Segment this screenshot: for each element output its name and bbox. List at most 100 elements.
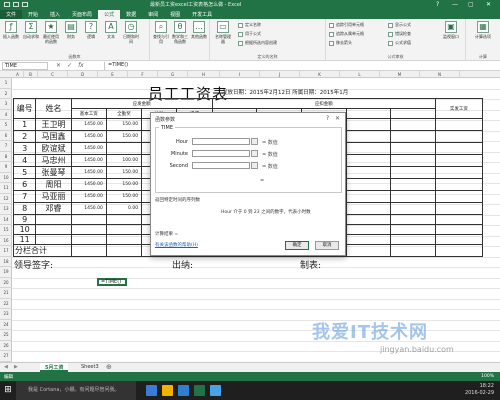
row-header[interactable]: 13 <box>0 204 12 215</box>
tab-review[interactable]: 审阅 <box>142 10 164 19</box>
cell-empty[interactable] <box>345 234 392 245</box>
autosum-button[interactable]: Σ 自动求和 <box>22 21 40 39</box>
cell-base[interactable]: 1450.00 <box>70 142 107 155</box>
trace-dependents-button[interactable]: 追踪从属单元格 <box>329 31 364 37</box>
collapse-icon[interactable] <box>251 150 258 157</box>
cell-empty[interactable] <box>390 118 436 131</box>
row-header[interactable]: 23 <box>0 309 12 320</box>
cell-no[interactable]: 11 <box>12 234 37 245</box>
cell-base[interactable]: 1450.00 <box>70 166 107 179</box>
cell-name[interactable]: 邓睿 <box>35 202 72 215</box>
maximize-button[interactable]: ▢ <box>468 1 474 8</box>
undo-icon[interactable] <box>13 2 19 7</box>
cell-empty[interactable] <box>390 130 436 143</box>
row-header[interactable]: 21 <box>0 288 12 299</box>
sheet-tab-active[interactable]: 5月工资 <box>40 363 69 372</box>
cell-empty[interactable] <box>434 224 484 235</box>
evaluate-formula-button[interactable]: 公式求值 <box>388 40 411 46</box>
cell-no[interactable]: 7 <box>12 190 37 203</box>
cell-name[interactable]: 马忠州 <box>35 154 72 167</box>
column-header[interactable]: A <box>12 71 24 78</box>
cell-empty[interactable] <box>345 166 392 179</box>
row-header[interactable]: 16 <box>0 236 12 246</box>
cell-no[interactable]: 1 <box>12 118 37 131</box>
cell-empty[interactable] <box>390 224 436 235</box>
cell-attend[interactable]: 0.00 <box>105 202 143 215</box>
cell-name[interactable] <box>35 234 72 245</box>
calc-options-button[interactable]: ▦ 计算选项 <box>474 21 492 39</box>
collapse-icon[interactable] <box>251 138 258 145</box>
cell-name[interactable]: 张曼琴 <box>35 166 72 179</box>
cell-attend[interactable]: 150.00 <box>105 130 143 143</box>
cell-no[interactable]: 5 <box>12 166 37 179</box>
cell-attend[interactable] <box>105 142 143 155</box>
cell-name[interactable]: 马国鑫 <box>35 130 72 143</box>
row-header[interactable]: 14 <box>0 215 12 225</box>
cell-empty[interactable] <box>390 178 436 191</box>
row-header[interactable]: 8 <box>0 152 12 162</box>
cell-empty[interactable] <box>390 234 436 245</box>
cell-empty[interactable] <box>345 130 392 143</box>
cell-base[interactable] <box>70 234 107 245</box>
cell-no[interactable]: 3 <box>12 142 37 155</box>
tab-insert[interactable]: 插入 <box>44 10 66 19</box>
row-header[interactable]: 9 <box>0 162 12 173</box>
cell-empty[interactable] <box>345 154 392 167</box>
cell-empty[interactable] <box>70 244 107 257</box>
row-header[interactable]: 3 <box>0 99 12 110</box>
store-icon[interactable] <box>210 385 221 396</box>
tab-home[interactable]: 开始 <box>22 10 44 19</box>
name-box[interactable]: TIME <box>2 62 48 70</box>
minimize-button[interactable]: — <box>452 1 458 8</box>
cell-empty[interactable] <box>390 166 436 179</box>
row-header[interactable]: 6 <box>0 131 12 141</box>
column-header[interactable]: G <box>158 71 188 78</box>
close-button[interactable]: ✕ <box>486 1 491 8</box>
column-header[interactable]: E <box>98 71 128 78</box>
tab-data[interactable]: 数据 <box>120 10 142 19</box>
column-header[interactable]: L <box>340 71 380 78</box>
cell-base[interactable] <box>70 224 107 235</box>
cell-empty[interactable] <box>390 202 436 215</box>
cortana-search[interactable]: 我是 Cortana，小娜。有问题尽管问我。 <box>16 381 136 400</box>
error-checking-button[interactable]: 错误检查 <box>388 31 411 37</box>
tab-file[interactable]: 文件 <box>0 10 23 19</box>
row-header[interactable]: 26 <box>0 341 12 351</box>
cell-empty[interactable] <box>345 190 392 203</box>
cell-empty[interactable] <box>390 190 436 203</box>
cell-empty[interactable] <box>345 142 392 155</box>
cell-base[interactable]: 1450.00 <box>70 190 107 203</box>
row-header[interactable]: 7 <box>0 141 12 152</box>
cell-attend[interactable] <box>105 224 143 235</box>
cell-empty[interactable] <box>345 224 392 235</box>
row-header[interactable]: 18 <box>0 257 12 267</box>
recent-functions-button[interactable]: ★ 最近使用的函数 <box>42 21 60 44</box>
formula-input[interactable]: =TIME() <box>104 62 496 70</box>
cell-base[interactable]: 1450.00 <box>70 154 107 167</box>
row-header[interactable]: 12 <box>0 194 12 204</box>
row-header[interactable]: 25 <box>0 330 12 341</box>
cell-empty[interactable] <box>345 214 392 225</box>
insert-function-button[interactable]: ƒ 插入函数 <box>2 21 20 39</box>
second-input[interactable] <box>192 162 250 169</box>
close-icon[interactable]: ✕ <box>335 115 340 122</box>
fx-icon[interactable]: fx <box>78 62 84 69</box>
cell-attend[interactable] <box>105 234 143 245</box>
cell-name[interactable]: 王卫明 <box>35 118 72 131</box>
cell-attend[interactable]: 150.00 <box>105 166 143 179</box>
cell-empty[interactable] <box>434 118 484 131</box>
cell-empty[interactable] <box>434 166 484 179</box>
datetime-button[interactable]: ◷ 日期和时间 <box>122 21 140 44</box>
cell-empty[interactable] <box>390 142 436 155</box>
row-header[interactable]: 11 <box>0 183 12 194</box>
row-header[interactable]: 22 <box>0 299 12 309</box>
enter-icon[interactable]: ✓ <box>67 62 72 69</box>
ok-button[interactable]: 确定 <box>285 241 309 250</box>
define-name-button[interactable]: 定义名称 <box>238 22 261 28</box>
row-header[interactable]: 15 <box>0 225 12 236</box>
cell-attend[interactable] <box>105 214 143 225</box>
create-from-selection-button[interactable]: 根据所选内容创建 <box>238 40 277 46</box>
column-header[interactable]: B <box>24 71 38 78</box>
tab-view[interactable]: 视图 <box>164 10 186 19</box>
trace-precedents-button[interactable]: 追踪引用单元格 <box>329 22 364 28</box>
